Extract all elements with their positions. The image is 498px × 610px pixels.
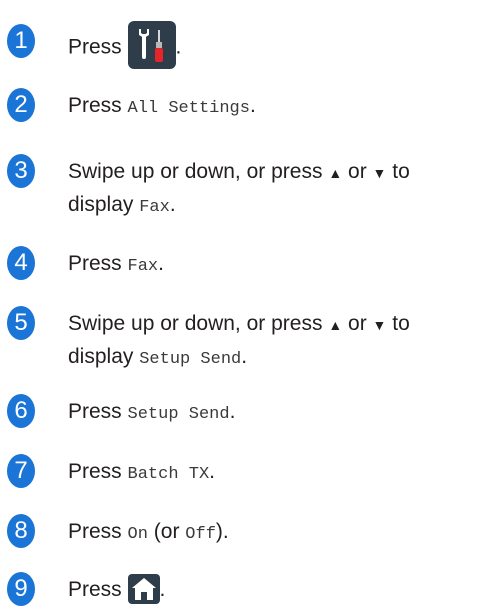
home-icon [127,574,160,606]
step-text: Press On (or Off). [68,516,494,550]
step-text: Press Setup Send. [68,396,494,430]
period: . [249,94,256,117]
closing-text: ). [215,520,229,543]
instruction-text: Swipe up or down, or press [68,312,323,335]
step-number-badge: 6 [7,394,35,428]
step-number-badge: 3 [7,154,35,188]
up-arrow-icon: ▲ [328,165,343,181]
option-off-code: Off [185,525,216,544]
step-number-badge: 2 [7,88,35,122]
press-label: Press [68,94,122,117]
period: . [241,345,248,368]
step-number-badge: 5 [7,306,35,340]
instruction-text: Swipe up or down, or press [68,160,323,183]
display-text: display [68,345,134,368]
press-label: Press [68,400,122,423]
step-text: Swipe up or down, or press ▲ or ▼ to dis… [68,156,494,223]
step-text: Press . [68,574,494,606]
or-text: or [348,160,367,183]
step-number-badge: 4 [7,246,35,280]
period: . [159,578,166,601]
menu-item-code: Fax [127,257,159,276]
settings-tools-icon [127,21,176,69]
down-arrow-icon: ▼ [372,165,387,181]
step-number-badge: 1 [7,24,35,58]
press-label: Press [68,35,122,59]
step-number-badge: 7 [7,454,35,488]
step-text: Press Batch TX. [68,456,494,490]
press-label: Press [68,252,122,275]
up-arrow-icon: ▲ [328,317,343,333]
press-label: Press [68,578,122,601]
menu-item-code: Fax [139,198,170,217]
menu-item-code: Batch TX [127,465,210,484]
step-text: Swipe up or down, or press ▲ or ▼ to dis… [68,308,494,375]
menu-item-code: Setup Send [127,405,230,424]
period: . [175,35,182,59]
period: . [169,193,176,216]
display-text: display [68,193,134,216]
option-on-code: On [127,525,148,544]
press-label: Press [68,520,122,543]
press-label: Press [68,460,122,483]
step-number-badge: 9 [7,572,35,606]
menu-item-code: Setup Send [139,350,242,369]
step-text: Press Fax. [68,248,494,282]
to-text: to [392,312,410,335]
menu-item-code: All Settings [127,99,250,118]
or-text: or [348,312,367,335]
to-text: to [392,160,410,183]
down-arrow-icon: ▼ [372,317,387,333]
step-text: Press . [68,21,494,69]
step-text: Press All Settings. [68,90,494,124]
or-text: (or [153,520,180,543]
period: . [229,400,236,423]
period: . [209,460,215,483]
period: . [158,252,164,275]
step-number-badge: 8 [7,514,35,548]
